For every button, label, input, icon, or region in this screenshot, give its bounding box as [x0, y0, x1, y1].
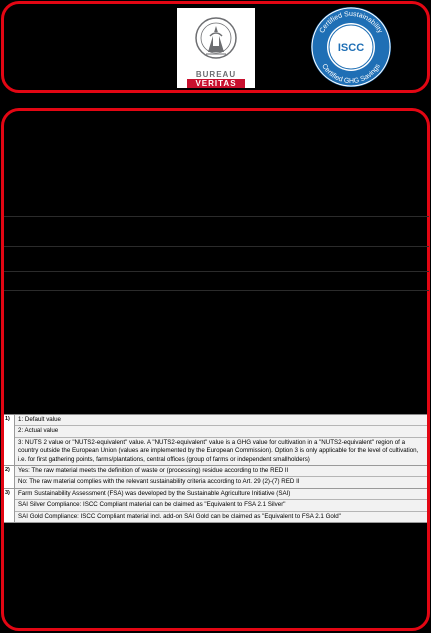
footnote-marker: 2)	[4, 466, 15, 488]
footnote-text: Farm Sustainability Assessment (FSA) was…	[15, 488, 427, 501]
iscc-certification-logo: ISCC Certified Sustainability Certified …	[311, 7, 391, 87]
iscc-center-text: ISCC	[338, 42, 364, 54]
footnote-row: 3) Farm Sustainability Assessment (FSA) …	[4, 488, 427, 524]
bureau-veritas-seal-icon	[195, 17, 237, 59]
footnote-text: Yes: The raw material meets the definiti…	[15, 466, 427, 478]
footnote-text: SAI Silver Compliance: ISCC Compliant ma…	[15, 500, 427, 512]
footnote-marker: 3)	[4, 488, 15, 523]
divider-line	[4, 290, 429, 291]
bureau-veritas-wordmark-bottom: VERITAS	[187, 79, 245, 88]
footnote-row: 1) 1: Default value 2: Actual value 3: N…	[4, 415, 427, 467]
footnote-text: SAI Gold Compliance: ISCC Compliant mate…	[15, 511, 427, 523]
footnotes-table: 1) 1: Default value 2: Actual value 3: N…	[4, 414, 427, 524]
footnote-marker: 1)	[4, 415, 15, 466]
certificate-body-frame	[1, 108, 430, 631]
footnote-text: 1: Default value	[15, 415, 427, 427]
divider-line	[4, 216, 429, 217]
divider-line	[4, 246, 429, 247]
footnote-text: 3: NUTS 2 value or "NUTS2-equivalent" va…	[15, 437, 427, 466]
footnote-text: 2: Actual value	[15, 426, 427, 438]
footnote-row: 2) Yes: The raw material meets the defin…	[4, 466, 427, 489]
bureau-veritas-logo: BUREAU VERITAS	[177, 8, 255, 88]
footnote-text: No: The raw material complies with the r…	[15, 477, 427, 488]
bureau-veritas-wordmark-top: BUREAU	[195, 70, 237, 79]
divider-line	[4, 271, 429, 272]
